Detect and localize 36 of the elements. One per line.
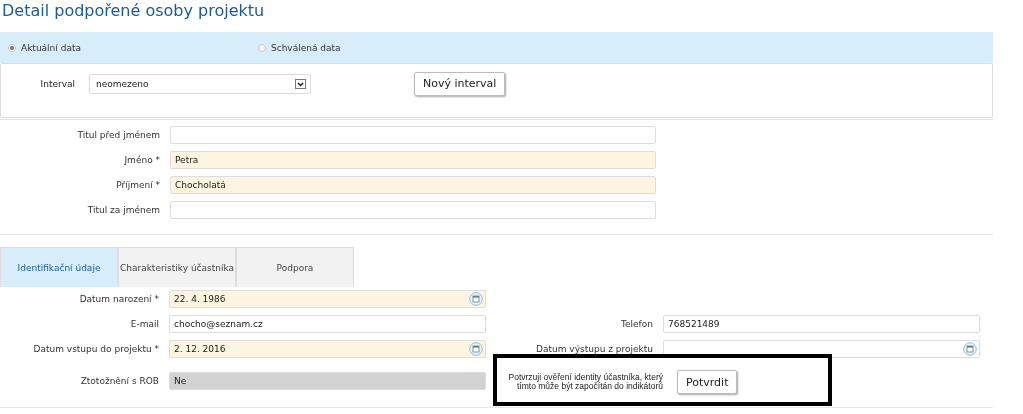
input-field[interactable]: 768521489 (663, 315, 980, 333)
input-field[interactable]: Chocholatá (170, 176, 656, 194)
tab[interactable]: Charakteristiky účastníka (118, 247, 236, 287)
field-label: E-mail (129, 319, 160, 329)
tab[interactable]: Podpora (236, 247, 354, 287)
input-field: Ne (169, 372, 486, 390)
new-interval-button[interactable]: Nový interval (414, 71, 506, 96)
field-label: Datum výstupu z projektu (535, 344, 654, 354)
confirm-text: Potvrzuji ověření identity účastníka, který tímto může být započítán do indikátorů (507, 373, 664, 391)
confirm-button[interactable]: Potvrdit (677, 370, 738, 394)
input-field[interactable] (170, 201, 656, 219)
field-label: Titul před jménem (76, 130, 161, 140)
interval-label: Interval (39, 78, 76, 89)
radio-option[interactable]: Schválená data (258, 42, 508, 53)
caret-icon (295, 78, 306, 89)
field-label: Datum vstupu do projektu * (32, 344, 160, 354)
interval-select[interactable]: neomezeno (89, 73, 311, 94)
calendar-icon[interactable] (469, 342, 483, 356)
tab[interactable]: Identifikační údaje (0, 247, 118, 287)
field-label: Datum narození * (78, 294, 160, 304)
field-label: Ztotožnění s ROB (79, 376, 160, 386)
calendar-icon[interactable] (469, 292, 483, 306)
input-field[interactable]: chocho@seznam.cz (169, 315, 486, 333)
radio-option[interactable]: Aktuální data (8, 42, 258, 53)
date-field[interactable]: 2. 12. 2016 (169, 340, 486, 358)
field-label: Telefon (620, 319, 654, 329)
field-label: Jméno * (123, 155, 161, 165)
field-label: Titul za jménem (86, 205, 161, 215)
calendar-icon[interactable] (963, 342, 977, 356)
input-field[interactable] (170, 126, 656, 144)
page-title: Detail podpořené osoby projektu (1, 0, 266, 22)
radio-icon[interactable] (258, 43, 266, 52)
date-field[interactable]: 22. 4. 1986 (169, 290, 486, 308)
radio-icon[interactable] (8, 43, 16, 52)
field-label: Příjmení * (115, 180, 161, 190)
input-field[interactable]: Petra (170, 151, 656, 169)
